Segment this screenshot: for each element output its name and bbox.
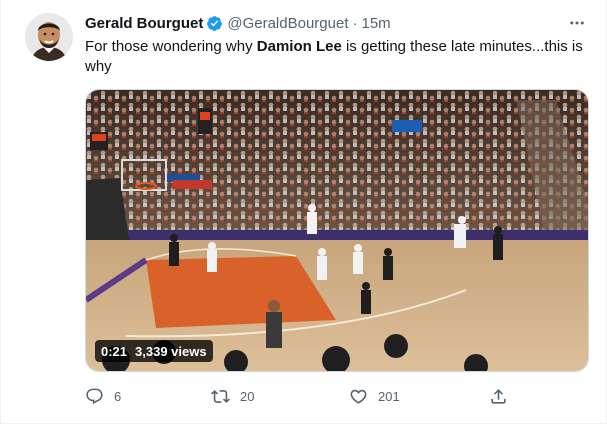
video-views: 3,339 views	[135, 343, 207, 359]
timestamp[interactable]: 15m	[362, 15, 391, 32]
user-handle[interactable]: @GeraldBourguet	[227, 15, 348, 32]
like-button[interactable]: 201	[349, 385, 400, 407]
video-thumbnail	[86, 90, 588, 371]
avatar[interactable]	[25, 13, 73, 61]
like-count: 201	[378, 388, 400, 404]
tweet-text-part: For those wondering why	[85, 38, 257, 55]
tweet-card[interactable]: Gerald Bourguet @GeraldBourguet · 15m Fo…	[0, 0, 607, 424]
display-name[interactable]: Gerald Bourguet	[85, 15, 203, 32]
reply-icon	[86, 388, 103, 404]
avatar-illustration	[25, 13, 73, 61]
tweet-text: For those wondering why Damion Lee is ge…	[85, 37, 585, 77]
more-dots-icon	[570, 21, 584, 25]
more-options-button[interactable]	[566, 12, 588, 34]
tweet-actions: 6 20 201	[85, 385, 585, 407]
separator-dot: ·	[352, 14, 358, 32]
tweet-text-bold[interactable]: Damion Lee	[257, 38, 342, 55]
tweet-header: Gerald Bourguet @GeraldBourguet · 15m	[85, 13, 391, 33]
retweet-button[interactable]: 20	[211, 385, 254, 407]
retweet-icon	[211, 389, 230, 403]
reply-button[interactable]: 6	[85, 385, 121, 407]
share-button[interactable]	[489, 385, 518, 407]
video-stats-badge: 0:21 3,339 views	[95, 340, 213, 362]
video-duration: 0:21	[101, 343, 128, 359]
share-icon	[491, 388, 506, 404]
heart-icon	[350, 389, 367, 404]
reply-count: 6	[114, 388, 122, 404]
retweet-count: 20	[240, 388, 255, 404]
verified-badge-icon	[206, 15, 223, 32]
video-player[interactable]	[85, 89, 589, 372]
